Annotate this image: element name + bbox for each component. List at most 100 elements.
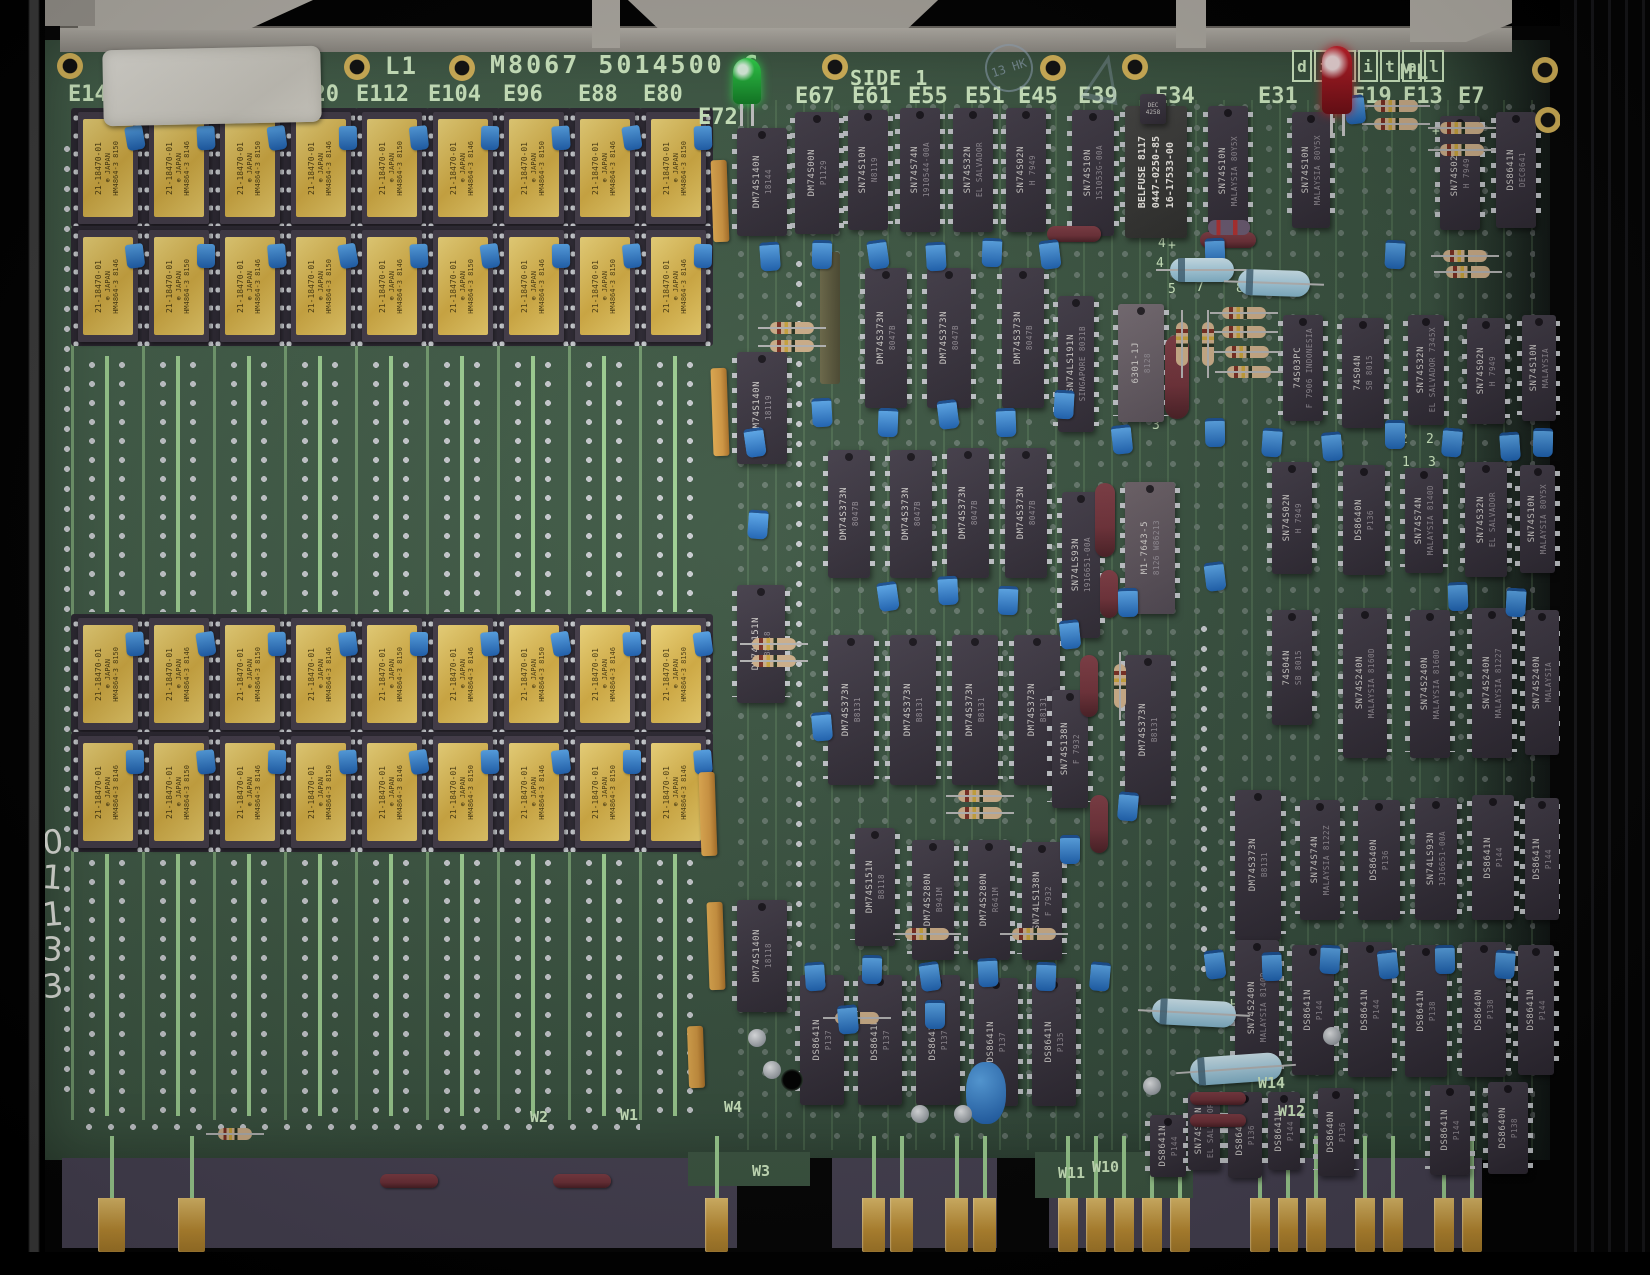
- ic-chip: DS8641NP144: [1525, 798, 1559, 920]
- ic-label-line: SN74S74N: [1310, 836, 1320, 883]
- ic-pins-left: [1403, 321, 1408, 419]
- ic-pins-left: [1491, 118, 1496, 222]
- ic-label-line: DM74S373N: [1027, 683, 1037, 736]
- dram-label-line: HM4864-3 8150: [184, 259, 192, 314]
- ic-pins-left: [1287, 118, 1292, 222]
- ic-label-line: DS8641N: [1044, 1021, 1054, 1062]
- film-capacitor: [1111, 424, 1134, 455]
- ic-pins-right: [1175, 488, 1180, 608]
- ic-pin1-notch: [1360, 468, 1368, 476]
- silkscreen-label-e112: E112: [356, 82, 426, 108]
- ic-pins-left: [1425, 1091, 1430, 1169]
- ic-label-line: SN74S02N: [1282, 494, 1292, 541]
- dram-label-line: 21-18470-01: [237, 766, 246, 819]
- ic-label-line: DM74S373N: [1248, 838, 1258, 891]
- ic-pin1-notch: [882, 271, 890, 279]
- dram-label-line: 21-18470-01: [166, 648, 175, 701]
- via-strip: [790, 255, 816, 955]
- dram-label-line: 21-18470-01: [379, 260, 388, 313]
- ic-label-line: H 7949: [1462, 158, 1471, 188]
- ic-pins-left: [911, 981, 916, 1099]
- board-hole: [781, 1069, 803, 1091]
- ic-label-line: B8131: [915, 697, 924, 722]
- silkscreen-mark: 5: [1168, 282, 1186, 298]
- mounting-hole: [57, 53, 83, 79]
- ic-pins-right: [907, 274, 912, 402]
- via-field: [437, 854, 489, 1116]
- ic-label-line: DS8641N: [812, 1019, 822, 1060]
- bypass-capacitor: [126, 750, 144, 774]
- ic-label-line: B8131: [1260, 852, 1269, 877]
- film-capacitor: [918, 961, 942, 993]
- ic-pins-right: [787, 906, 792, 1006]
- via-field: [224, 854, 276, 1116]
- film-capacitor: [1089, 961, 1111, 992]
- sip-resistor-pack: [687, 1026, 705, 1089]
- ic-pin1-notch: [1077, 495, 1085, 503]
- ic-label-line: DEC8641: [1518, 152, 1527, 187]
- silkscreen-label-e7: E7: [1458, 84, 1528, 110]
- ic-pins-left: [1000, 454, 1005, 572]
- ic-label-line: 74S03PC: [1293, 347, 1303, 388]
- ic-pins-right: [993, 114, 998, 226]
- via-field: [508, 356, 560, 612]
- ic-label-line: DM74S373N: [1138, 703, 1148, 756]
- film-capacitor: [1118, 588, 1139, 617]
- blank-inspection-sticker: [102, 46, 322, 127]
- ic-label-line: MALAYSIA 8140D: [1426, 485, 1435, 555]
- ic-label-line: SN74S02N: [1016, 146, 1026, 193]
- led-lead-a: [740, 104, 743, 126]
- ic-label-line: DM74S373N: [901, 487, 911, 540]
- ic-pins-right: [1457, 804, 1462, 914]
- ic-label-line: DM74S373N: [965, 683, 975, 736]
- bypass-capacitor: [195, 631, 217, 658]
- silkscreen-label-e88: E88: [578, 82, 648, 108]
- dram-label-line: 21-18470-01: [450, 766, 459, 819]
- ic-chip: SN74S240NMALAYSIA 8160D: [1410, 610, 1450, 758]
- ic-label-line: P138: [1428, 1001, 1437, 1021]
- resistor: [1374, 100, 1418, 112]
- film-capacitor: [1499, 431, 1521, 461]
- dram-label-line: HM4864-3 8146: [113, 765, 121, 820]
- ic-pin1-notch: [1144, 658, 1152, 666]
- ic-pin1-notch: [964, 451, 972, 459]
- ic-pin1-notch: [1446, 1088, 1454, 1096]
- ic-pins-right: [1114, 116, 1119, 230]
- film-capacitor: [925, 1000, 945, 1029]
- film-capacitor: [1494, 949, 1516, 979]
- belfuse-label-line: BELFUSE 8117: [1137, 136, 1148, 208]
- edge-finger: [178, 1198, 205, 1252]
- electrolytic-capacitor: [1238, 269, 1311, 297]
- ic-chip: DM74S151NB8118: [855, 828, 895, 946]
- ic-pins-left: [1338, 471, 1343, 569]
- ic-pins-left: [1145, 1121, 1150, 1171]
- via-field: [650, 356, 702, 612]
- via-field: [153, 356, 205, 612]
- via-field: [579, 356, 631, 612]
- mounting-hole: [822, 54, 848, 80]
- ic-pin1-notch: [1422, 318, 1430, 326]
- film-capacitor: [937, 575, 958, 605]
- resistor: [770, 322, 814, 334]
- ic-pins-left: [947, 641, 952, 779]
- precision-resistor: [1208, 220, 1250, 235]
- axial-capacitor: [1190, 1092, 1246, 1105]
- bypass-capacitor: [267, 243, 287, 268]
- ic-label-line: P136: [1247, 1125, 1256, 1145]
- ic-label-line: DS8640N: [1369, 839, 1379, 880]
- finger-trace: [110, 1136, 114, 1198]
- bypass-capacitor: [338, 631, 359, 657]
- via-field: [366, 356, 418, 612]
- ic-pins-left: [1183, 1098, 1188, 1164]
- handwritten-digit: 3: [41, 929, 73, 967]
- electrolytic-capacitor: [1151, 998, 1236, 1028]
- ic-pins-left: [1287, 951, 1292, 1069]
- ic-pins-right: [1443, 474, 1448, 567]
- ic-label-line: DM74S373N: [939, 311, 949, 364]
- resistor-lead: [1181, 310, 1183, 378]
- ic-label-line: P137: [824, 1030, 833, 1050]
- ic-label-line: SN74S02N: [1450, 149, 1460, 196]
- ic-label-line: DS8641N: [1440, 1109, 1450, 1150]
- ic-label: DEC 4258: [1140, 102, 1166, 116]
- dram-label-line: HM4864-3 8150: [397, 647, 405, 702]
